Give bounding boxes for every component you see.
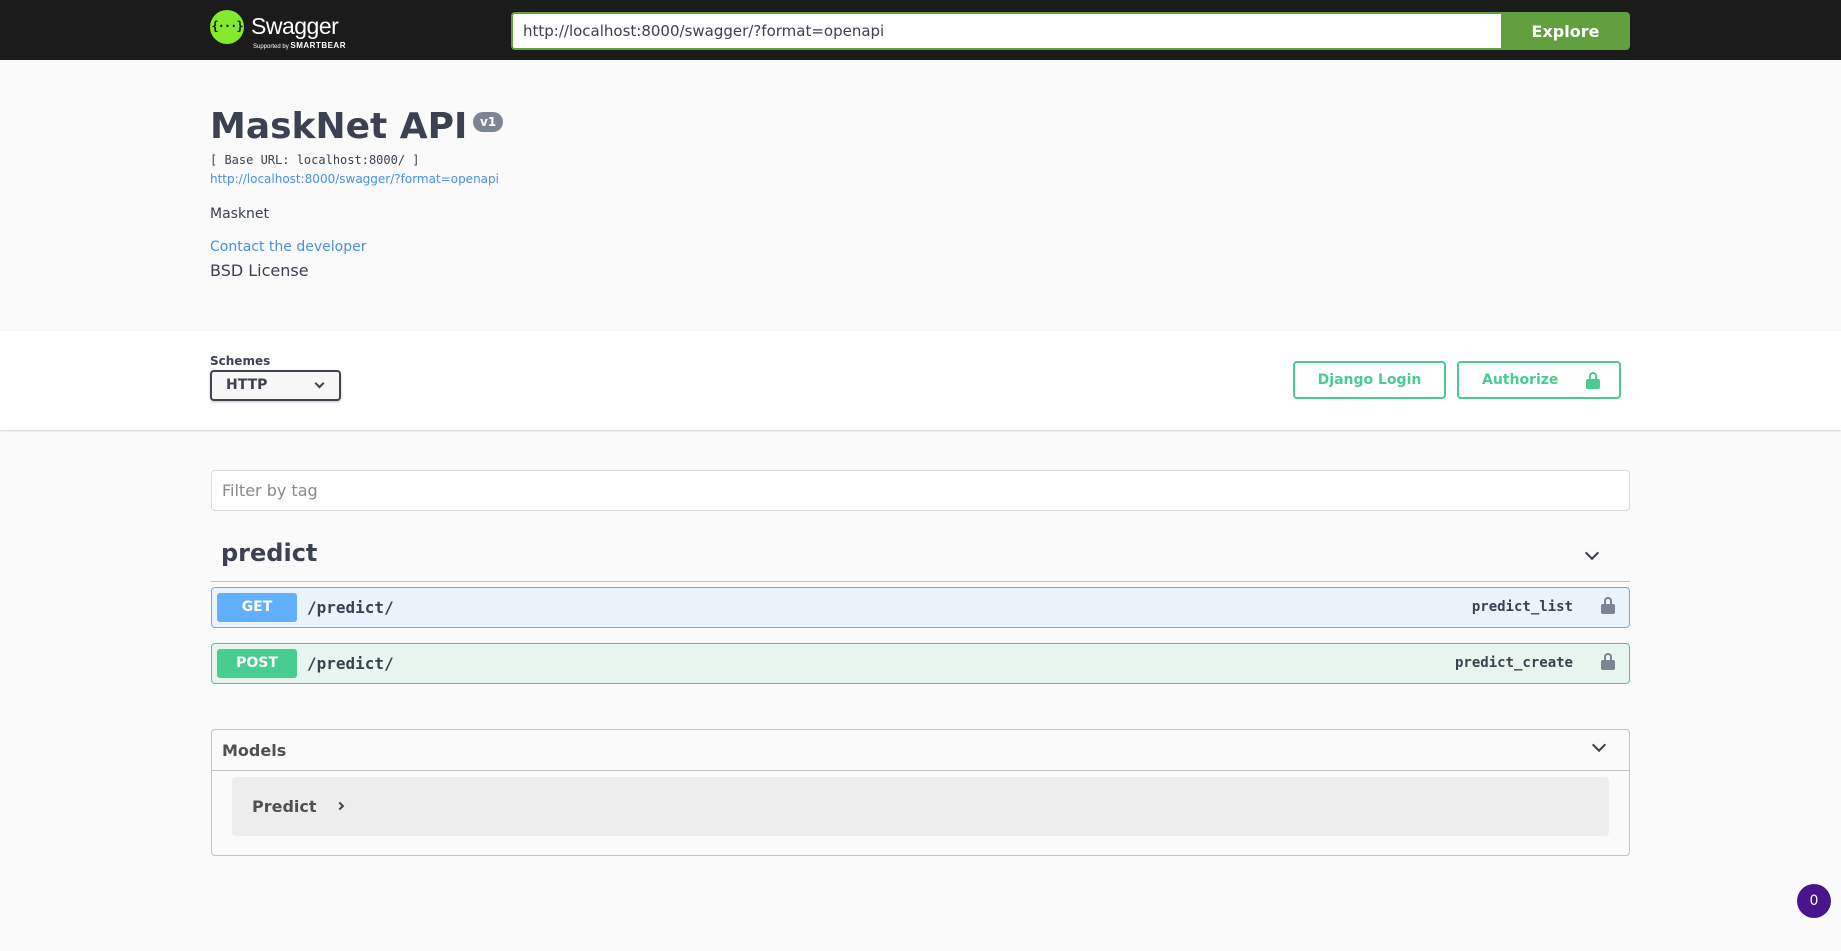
- logo-subtitle: Supported by SMARTBEAR: [253, 41, 346, 50]
- chevron-down-icon[interactable]: [1584, 545, 1600, 561]
- swagger-logo-icon: {···}: [210, 10, 244, 44]
- explore-button[interactable]: Explore: [1501, 12, 1630, 50]
- schemes-label: Schemes: [210, 354, 271, 368]
- method-badge: GET: [217, 593, 297, 622]
- model-name: Predict: [252, 797, 317, 816]
- chevron-down-icon: [314, 378, 325, 389]
- model-item-predict[interactable]: Predict: [232, 777, 1609, 836]
- operation-path: /predict/: [307, 654, 394, 673]
- chevron-right-icon: [335, 801, 345, 811]
- tag-name: predict: [221, 539, 318, 567]
- tag-header-predict[interactable]: predict: [211, 536, 1630, 582]
- chevron-down-icon[interactable]: [1591, 737, 1607, 753]
- operation-id: predict_create: [1454, 655, 1573, 671]
- schemes-select[interactable]: HTTP: [210, 370, 341, 401]
- contact-link[interactable]: Contact the developer: [210, 239, 366, 255]
- operation-get-predict[interactable]: GET /predict/ predict_list: [211, 587, 1630, 628]
- schemes-selected: HTTP: [226, 377, 268, 393]
- topbar: {···} Swagger Supported by SMARTBEAR Exp…: [0, 0, 1841, 60]
- license: BSD License: [210, 261, 309, 280]
- swagger-logo[interactable]: {···} Swagger Supported by SMARTBEAR: [210, 10, 360, 52]
- api-description: Masknet: [210, 206, 270, 222]
- method-badge: POST: [217, 649, 297, 678]
- operation-post-predict[interactable]: POST /predict/ predict_create: [211, 643, 1630, 684]
- operation-path: /predict/: [307, 598, 394, 617]
- scheme-container: Schemes HTTP Django Login Authorize: [0, 331, 1841, 430]
- models-title: Models: [222, 741, 287, 760]
- logo-name: Swagger: [251, 13, 339, 39]
- authorize-button[interactable]: Authorize: [1457, 361, 1621, 399]
- authorize-label: Authorize: [1482, 372, 1559, 388]
- spec-link[interactable]: http://localhost:8000/swagger/?format=op…: [210, 172, 499, 186]
- filter-input[interactable]: [211, 470, 1630, 511]
- spec-url-input[interactable]: [511, 12, 1501, 50]
- version-badge: v1: [473, 112, 504, 132]
- lock-icon: [1586, 372, 1600, 390]
- lock-icon[interactable]: [1601, 597, 1615, 615]
- operation-id: predict_list: [1471, 599, 1573, 615]
- counter-badge[interactable]: 0: [1797, 884, 1831, 918]
- models-section: Models Predict: [211, 729, 1630, 856]
- django-login-button[interactable]: Django Login: [1293, 361, 1446, 399]
- base-url: [ Base URL: localhost:8000/ ]: [210, 153, 420, 167]
- models-header[interactable]: Models: [212, 730, 1629, 771]
- api-title: MaskNet API: [210, 106, 468, 147]
- lock-icon[interactable]: [1601, 653, 1615, 671]
